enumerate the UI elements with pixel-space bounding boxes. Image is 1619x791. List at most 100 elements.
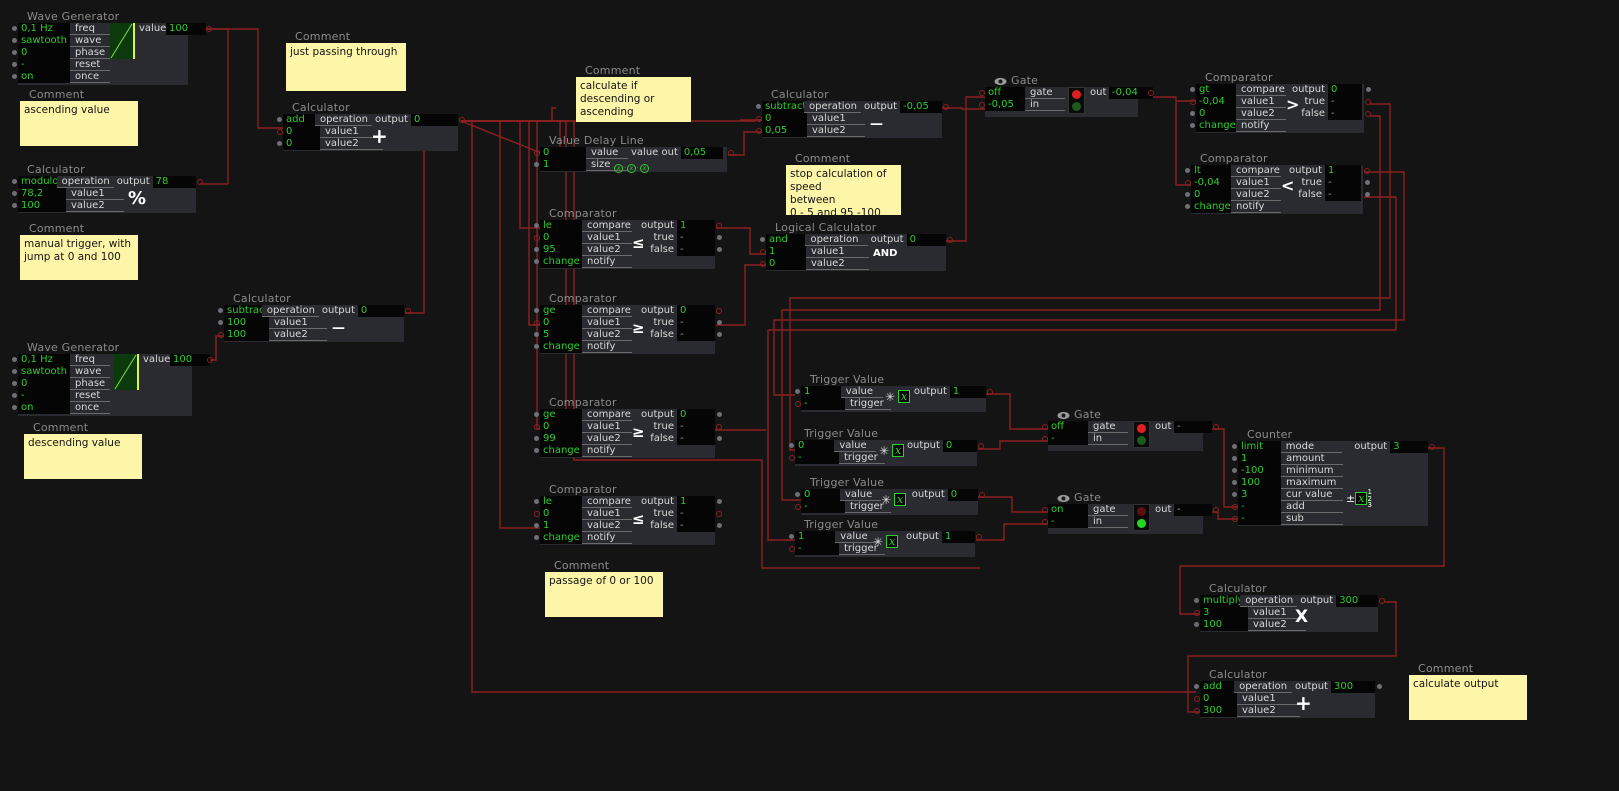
node-body[interactable]: off gate -0,05 in out -0,04 — [979, 87, 1154, 117]
field-compare[interactable]: le — [540, 220, 582, 232]
field-value1[interactable]: 0 — [283, 126, 320, 138]
port-out-true[interactable] — [716, 511, 722, 517]
port-in[interactable] — [218, 308, 223, 313]
field-value2[interactable]: 100 — [1200, 619, 1248, 631]
port-in[interactable] — [1194, 622, 1199, 627]
port-in[interactable] — [277, 141, 282, 146]
node-body[interactable]: subtract operation output 0 100 value1 1… — [218, 305, 411, 342]
port-out-false[interactable] — [717, 247, 722, 252]
node-counter[interactable]: Counter limit mode output 3 1 amount -10… — [1232, 428, 1435, 526]
field-trigger[interactable]: - — [795, 452, 839, 464]
port-in[interactable] — [979, 90, 985, 96]
port-in[interactable] — [534, 308, 539, 313]
node-calculator-subtract-100[interactable]: Calculator subtract operation output 0 1… — [218, 292, 411, 342]
port-out[interactable] — [207, 357, 213, 363]
field-operation[interactable]: multiply — [1200, 595, 1241, 607]
field-compare[interactable]: lt — [1191, 165, 1231, 177]
field-value2[interactable]: 0 — [1196, 108, 1236, 120]
node-trigger-value-3[interactable]: Trigger Value 0 value output 0 - trigger… — [795, 476, 985, 515]
port-in[interactable] — [1185, 168, 1190, 173]
node-body[interactable]: add operation output 300 0 value1 300 va… — [1194, 681, 1382, 718]
node-body[interactable]: 1 value output 1 - trigger ✳ x — [789, 531, 982, 557]
port-out[interactable] — [1364, 168, 1370, 174]
port-in[interactable] — [1042, 436, 1048, 442]
port-in[interactable] — [1185, 204, 1190, 209]
port-out-true[interactable] — [1365, 180, 1370, 185]
node-trigger-value-2[interactable]: Trigger Value 0 value output 0 - trigger… — [789, 427, 984, 466]
port-in[interactable] — [789, 534, 794, 539]
port-in[interactable] — [1232, 516, 1238, 522]
port-in[interactable] — [12, 369, 17, 374]
port-in[interactable] — [534, 344, 539, 349]
node-calculator-add-final[interactable]: Calculator add operation output 300 0 va… — [1194, 668, 1382, 718]
field-amount[interactable]: 1 — [1238, 453, 1281, 465]
node-body[interactable]: 0 value output 0 - trigger ✳ x — [789, 440, 984, 466]
port-out[interactable] — [459, 117, 465, 123]
field-operation[interactable]: and — [766, 234, 806, 246]
field-value2[interactable]: 5 — [540, 329, 582, 341]
node-body[interactable]: 0,1 Hz freq sawtooth wave 0 phase - rese… — [12, 23, 212, 85]
field-value1[interactable]: -0,04 — [1191, 177, 1231, 189]
comment-text[interactable]: passage of 0 or 100 — [545, 572, 663, 617]
field-once[interactable]: on — [18, 402, 70, 414]
field-once[interactable]: on — [18, 71, 70, 83]
port-in[interactable] — [1185, 192, 1190, 197]
port-in[interactable] — [12, 203, 17, 208]
comment-stop-speed[interactable]: Comment stop calculation of speed betwee… — [786, 152, 901, 219]
field-notify[interactable]: change — [1191, 201, 1231, 213]
field-value[interactable]: 1 — [795, 531, 836, 543]
node-trigger-value-1[interactable]: Trigger Value 1 value output 1 - trigger… — [795, 373, 993, 412]
node-body[interactable]: le compare output 1 0 value1 true - 1 va… — [534, 496, 722, 545]
field-wave[interactable]: sawtooth — [18, 366, 70, 378]
port-in[interactable] — [789, 546, 795, 552]
field-value2[interactable]: 300 — [1200, 705, 1237, 717]
port-out[interactable] — [717, 499, 722, 504]
field-operation[interactable]: add — [1200, 681, 1235, 693]
field-mode[interactable]: limit — [1238, 441, 1281, 453]
field-value[interactable]: 1 — [801, 386, 841, 398]
port-in[interactable] — [1190, 123, 1195, 128]
field-value1[interactable]: 0 — [762, 113, 807, 125]
field-value1[interactable]: 78,2 — [18, 188, 66, 200]
port-in[interactable] — [534, 162, 539, 167]
port-out-true[interactable] — [717, 320, 722, 325]
field-value2[interactable]: 100 — [18, 200, 66, 212]
field-trigger[interactable]: - — [795, 543, 839, 555]
node-comparator-ge-5[interactable]: Comparator ge compare output 0 0 value1 … — [534, 292, 722, 354]
comment-just-passing-through[interactable]: Comment just passing through — [286, 30, 406, 91]
port-in[interactable] — [1232, 456, 1237, 461]
port-in[interactable] — [534, 436, 539, 441]
port-out-false[interactable] — [717, 523, 722, 528]
port-in[interactable] — [1190, 87, 1195, 92]
port-in[interactable] — [12, 50, 17, 55]
field-minimum[interactable]: -100 — [1238, 465, 1281, 477]
port-in[interactable] — [789, 443, 794, 448]
port-in[interactable] — [534, 223, 539, 228]
port-out[interactable] — [943, 104, 949, 110]
field-cur-value[interactable]: 3 — [1238, 489, 1281, 501]
node-body[interactable]: add operation output 0 0 value1 0 value2… — [277, 114, 465, 151]
port-in[interactable] — [1194, 598, 1199, 603]
comment-manual-trigger[interactable]: Comment manual trigger, with jump at 0 a… — [20, 222, 138, 280]
port-out[interactable] — [947, 237, 953, 243]
node-body[interactable]: off gate - in out - — [1042, 421, 1219, 451]
node-wave-generator-1[interactable]: Wave Generator 0,1 Hz freq sawtooth wave… — [12, 10, 212, 85]
node-body[interactable]: modulo operation output 78 78,2 value1 1… — [12, 176, 203, 213]
port-in[interactable] — [795, 504, 801, 510]
field-value[interactable]: 0 — [795, 440, 835, 452]
port-in[interactable] — [534, 259, 539, 264]
node-body[interactable]: on gate - in out - — [1042, 504, 1219, 534]
field-value1[interactable]: -0,04 — [1196, 96, 1236, 108]
field-notify[interactable]: change — [1196, 120, 1236, 132]
node-calculator-multiply[interactable]: Calculator multiply operation output 300… — [1194, 582, 1385, 632]
node-calculator-add-main[interactable]: Calculator add operation output 0 0 valu… — [277, 101, 465, 151]
port-in[interactable] — [1232, 492, 1237, 497]
port-in[interactable] — [12, 393, 17, 398]
port-out[interactable] — [197, 179, 203, 185]
port-out[interactable] — [716, 223, 722, 229]
port-out[interactable] — [979, 492, 985, 498]
comment-text[interactable]: manual trigger, with jump at 0 and 100 — [20, 235, 138, 280]
port-out[interactable] — [1379, 598, 1385, 604]
field-add[interactable]: - — [1238, 501, 1281, 513]
field-gate[interactable]: on — [1048, 504, 1088, 516]
